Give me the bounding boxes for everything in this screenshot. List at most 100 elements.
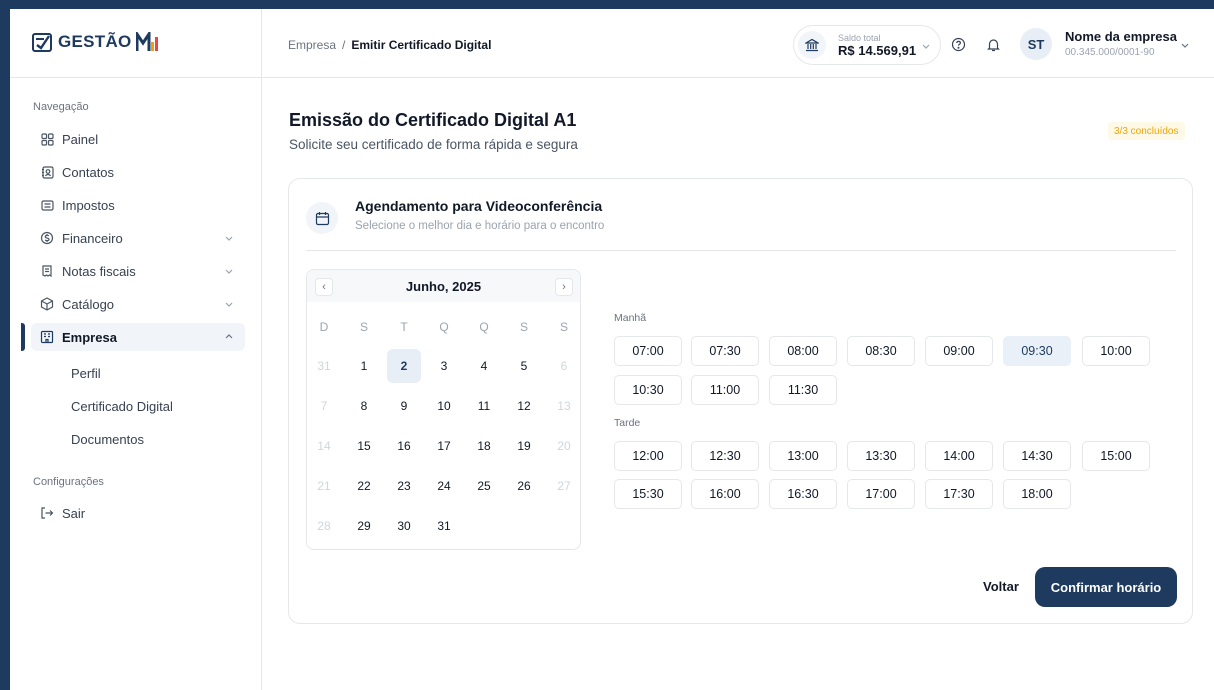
weekday-header: S: [559, 320, 568, 334]
time-slot-button[interactable]: 07:00: [614, 336, 682, 366]
sidebar-item-label: Contatos: [62, 164, 115, 180]
back-button[interactable]: Voltar: [983, 579, 1019, 594]
sidebar-item-catalogo[interactable]: Catálogo: [31, 290, 245, 318]
calendar-day[interactable]: 8: [347, 389, 381, 423]
weekday-header: D: [319, 320, 329, 334]
time-slot-button[interactable]: 12:00: [614, 441, 682, 471]
sidebar-subitem-certificado-digital[interactable]: Certificado Digital: [71, 399, 173, 414]
calendar: ‹ Junho, 2025 › D S T Q Q S S 31 1 2 3 4 5 6 7 8 9 10 11 12…: [306, 269, 581, 550]
next-month-button[interactable]: ›: [555, 278, 573, 296]
calendar-day[interactable]: 22: [347, 469, 381, 503]
calendar-day[interactable]: 1: [347, 349, 381, 383]
calendar-day[interactable]: 29: [347, 509, 381, 543]
time-slot-button[interactable]: 13:00: [769, 441, 837, 471]
company-selector[interactable]: Nome da empresa 00.345.000/0001-90: [1065, 29, 1177, 58]
morning-label: Manhã: [614, 312, 647, 324]
calendar-day[interactable]: 31: [427, 509, 461, 543]
calendar-day: 13: [557, 399, 571, 413]
time-slot-button[interactable]: 08:00: [769, 336, 837, 366]
balance-value: R$ 14.569,91: [838, 42, 917, 58]
breadcrumb-separator: /: [342, 38, 346, 52]
calendar-day[interactable]: 10: [427, 389, 461, 423]
time-slot-button[interactable]: 14:30: [1003, 441, 1071, 471]
sidebar-item-impostos[interactable]: Impostos: [31, 191, 245, 219]
time-slot-button[interactable]: 07:30: [691, 336, 759, 366]
calendar-day[interactable]: 2: [387, 349, 421, 383]
scheduling-card: Agendamento para Videoconferência Seleci…: [288, 178, 1193, 624]
calendar-month-label: Junho, 2025: [405, 279, 482, 294]
time-slot-button[interactable]: 11:30: [769, 375, 837, 405]
chevron-up-icon: [223, 331, 235, 343]
breadcrumb-current: Emitir Certificado Digital: [351, 38, 492, 52]
time-slot-button[interactable]: 10:30: [614, 375, 682, 405]
contacts-icon: [39, 164, 55, 180]
time-slot-button[interactable]: 13:30: [847, 441, 915, 471]
calendar-day: 31: [317, 359, 331, 373]
calendar-day[interactable]: 18: [467, 429, 501, 463]
calendar-day: 27: [557, 479, 571, 493]
sidebar: GESTÃO Navegação Painel Contatos Imposto…: [10, 9, 262, 690]
calendar-day[interactable]: 23: [387, 469, 421, 503]
top-accent-bar: [0, 0, 1214, 9]
card-divider: [306, 250, 1176, 251]
sidebar-item-painel[interactable]: Painel: [31, 125, 245, 153]
calendar-day[interactable]: 26: [507, 469, 541, 503]
page-subtitle: Solicite seu certificado de forma rápida…: [289, 137, 578, 152]
card-title: Agendamento para Videoconferência: [355, 198, 603, 214]
grid-icon: [39, 131, 55, 147]
time-slot-button[interactable]: 16:30: [769, 479, 837, 509]
bank-icon: [798, 31, 826, 59]
balance-dropdown[interactable]: Saldo total R$ 14.569,91: [793, 25, 941, 65]
logo[interactable]: GESTÃO: [32, 31, 158, 53]
time-slot-button[interactable]: 09:30: [1003, 336, 1071, 366]
sidebar-subitem-documentos[interactable]: Documentos: [71, 432, 144, 447]
chevron-down-icon: [920, 40, 932, 52]
calendar-day[interactable]: 30: [387, 509, 421, 543]
calendar-day[interactable]: 5: [507, 349, 541, 383]
sidebar-item-financeiro[interactable]: Financeiro: [31, 224, 245, 252]
help-icon[interactable]: [951, 37, 967, 53]
calendar-day[interactable]: 12: [507, 389, 541, 423]
time-slot-button[interactable]: 15:30: [614, 479, 682, 509]
calendar-day[interactable]: 25: [467, 469, 501, 503]
bell-icon[interactable]: [986, 37, 1002, 53]
calendar-day[interactable]: 11: [467, 389, 501, 423]
time-slot-button[interactable]: 18:00: [1003, 479, 1071, 509]
calendar-day[interactable]: 4: [467, 349, 501, 383]
sidebar-subitem-perfil[interactable]: Perfil: [71, 366, 101, 381]
calendar-day[interactable]: 24: [427, 469, 461, 503]
time-slot-button[interactable]: 17:00: [847, 479, 915, 509]
time-slot-button[interactable]: 17:30: [925, 479, 993, 509]
logo-mei-mark: [135, 32, 158, 52]
calendar-day: 6: [560, 359, 568, 373]
calendar-day[interactable]: 9: [387, 389, 421, 423]
calendar-header: ‹ Junho, 2025 ›: [307, 270, 580, 302]
calendar-day[interactable]: 3: [427, 349, 461, 383]
time-slot-button[interactable]: 14:00: [925, 441, 993, 471]
time-slot-button[interactable]: 11:00: [691, 375, 759, 405]
time-slot-button[interactable]: 10:00: [1082, 336, 1150, 366]
sidebar-item-contatos[interactable]: Contatos: [31, 158, 245, 186]
calendar-day: 28: [317, 519, 331, 533]
sidebar-item-empresa[interactable]: Empresa: [21, 323, 245, 351]
time-slot-button[interactable]: 16:00: [691, 479, 759, 509]
breadcrumb-root[interactable]: Empresa: [288, 38, 336, 52]
time-slot-button[interactable]: 12:30: [691, 441, 759, 471]
active-indicator: [21, 323, 25, 351]
sidebar-item-label: Notas fiscais: [62, 263, 136, 279]
time-slot-button[interactable]: 08:30: [847, 336, 915, 366]
balance-label: Saldo total: [838, 32, 881, 43]
logout-icon: [39, 505, 55, 521]
weekday-header: S: [519, 320, 528, 334]
time-slot-button[interactable]: 15:00: [1082, 441, 1150, 471]
confirm-time-button[interactable]: Confirmar horário: [1035, 567, 1177, 607]
time-slot-button[interactable]: 09:00: [925, 336, 993, 366]
chevron-down-icon[interactable]: [1179, 39, 1191, 51]
sidebar-item-notas-fiscais[interactable]: Notas fiscais: [31, 257, 245, 285]
calendar-day[interactable]: 19: [507, 429, 541, 463]
sidebar-item-sair[interactable]: Sair: [31, 499, 245, 527]
calendar-day[interactable]: 17: [427, 429, 461, 463]
avatar[interactable]: ST: [1020, 28, 1052, 60]
calendar-day[interactable]: 16: [387, 429, 421, 463]
calendar-day[interactable]: 15: [347, 429, 381, 463]
